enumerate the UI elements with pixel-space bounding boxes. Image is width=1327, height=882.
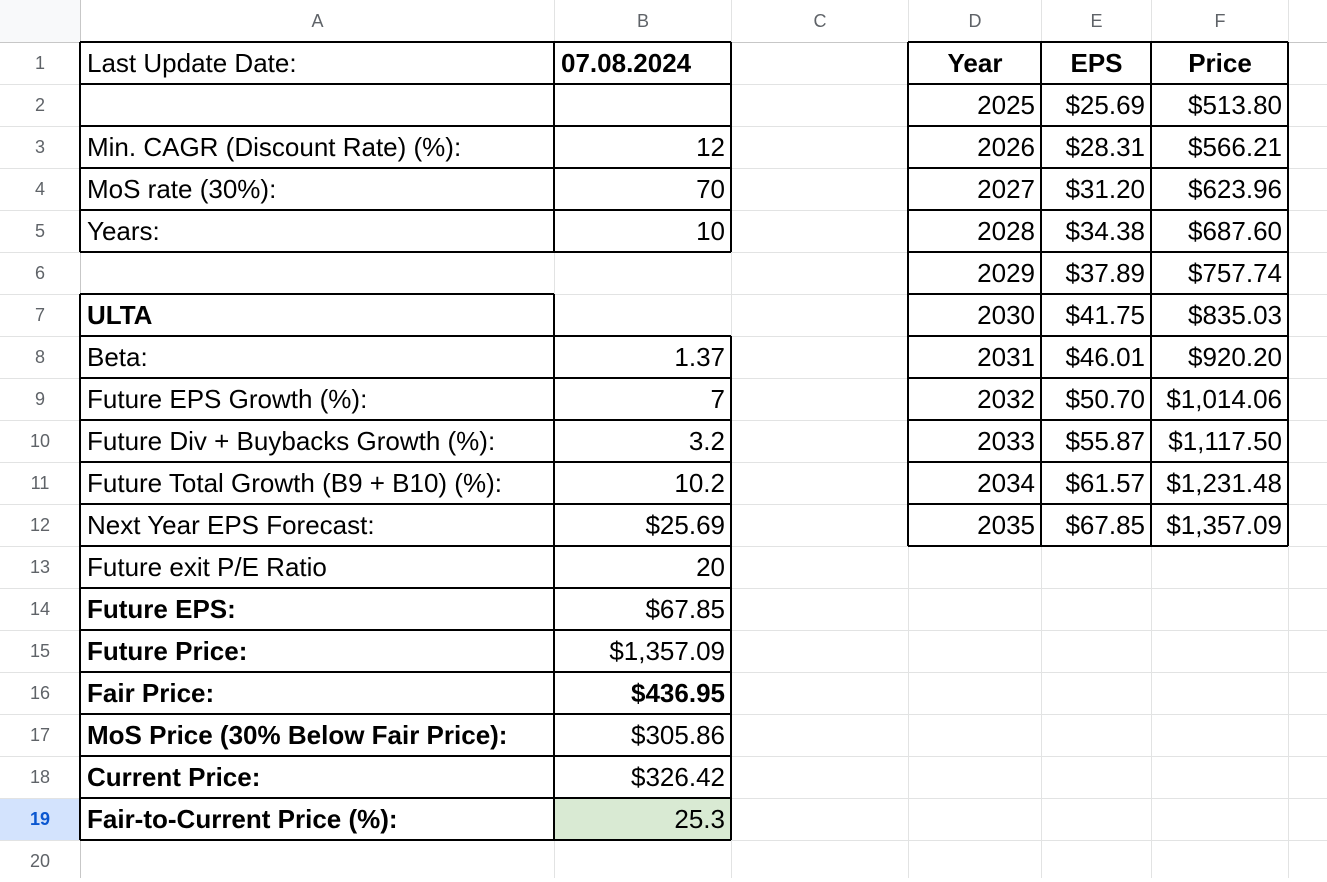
cell-a1[interactable]: Last Update Date: xyxy=(81,43,554,84)
cell-f1[interactable]: Price xyxy=(1152,43,1288,84)
cell-f8[interactable]: $920.20 xyxy=(1152,337,1288,378)
cell-b10[interactable]: 3.2 xyxy=(555,421,731,462)
cell-f6[interactable]: $757.74 xyxy=(1152,253,1288,294)
cell-b8[interactable]: 1.37 xyxy=(555,337,731,378)
cell-f11[interactable]: $1,231.48 xyxy=(1152,463,1288,504)
cell-f9[interactable]: $1,014.06 xyxy=(1152,379,1288,420)
cell-a19[interactable]: Fair-to-Current Price (%): xyxy=(81,799,554,840)
cell-d8[interactable]: 2031 xyxy=(909,337,1041,378)
row-header-17[interactable]: 17 xyxy=(0,715,80,756)
row-header-13[interactable]: 13 xyxy=(0,547,80,588)
cell-f10[interactable]: $1,117.50 xyxy=(1152,421,1288,462)
row-header-14[interactable]: 14 xyxy=(0,589,80,630)
row-header-19[interactable]: 19 xyxy=(0,799,80,840)
cell-f12[interactable]: $1,357.09 xyxy=(1152,505,1288,546)
row-header-18[interactable]: 18 xyxy=(0,757,80,798)
cell-f5[interactable]: $687.60 xyxy=(1152,211,1288,252)
cell-e7[interactable]: $41.75 xyxy=(1042,295,1151,336)
cell-d10[interactable]: 2033 xyxy=(909,421,1041,462)
column-header-e[interactable]: E xyxy=(1042,0,1151,42)
cell-a7[interactable]: ULTA xyxy=(81,295,554,336)
row-header-10[interactable]: 10 xyxy=(0,421,80,462)
cell-b4[interactable]: 70 xyxy=(555,169,731,210)
cell-a14[interactable]: Future EPS: xyxy=(81,589,554,630)
cell-a11[interactable]: Future Total Growth (B9 + B10) (%): xyxy=(81,463,554,504)
cell-b16[interactable]: $436.95 xyxy=(555,673,731,714)
row-header-1[interactable]: 1 xyxy=(0,43,80,84)
cell-f7[interactable]: $835.03 xyxy=(1152,295,1288,336)
cell-a16[interactable]: Fair Price: xyxy=(81,673,554,714)
cell-a13[interactable]: Future exit P/E Ratio xyxy=(81,547,554,588)
cell-a18[interactable]: Current Price: xyxy=(81,757,554,798)
cell-b14[interactable]: $67.85 xyxy=(555,589,731,630)
row-header-8[interactable]: 8 xyxy=(0,337,80,378)
cell-b11[interactable]: 10.2 xyxy=(555,463,731,504)
cell-a4[interactable]: MoS rate (30%): xyxy=(81,169,554,210)
cell-e9[interactable]: $50.70 xyxy=(1042,379,1151,420)
column-header-next[interactable] xyxy=(1289,0,1327,42)
cell-b3[interactable]: 12 xyxy=(555,127,731,168)
cell-b5[interactable]: 10 xyxy=(555,211,731,252)
cell-e6[interactable]: $37.89 xyxy=(1042,253,1151,294)
cell-d9[interactable]: 2032 xyxy=(909,379,1041,420)
row-header-12[interactable]: 12 xyxy=(0,505,80,546)
cell-e1[interactable]: EPS xyxy=(1042,43,1151,84)
cell-e8[interactable]: $46.01 xyxy=(1042,337,1151,378)
cell-e12[interactable]: $67.85 xyxy=(1042,505,1151,546)
column-header-f[interactable]: F xyxy=(1152,0,1288,42)
cell-d7[interactable]: 2030 xyxy=(909,295,1041,336)
cell-d1[interactable]: Year xyxy=(909,43,1041,84)
row-header-5[interactable]: 5 xyxy=(0,211,80,252)
cell-d12[interactable]: 2035 xyxy=(909,505,1041,546)
cell-d2[interactable]: 2025 xyxy=(909,85,1041,126)
spreadsheet-grid[interactable]: A B C D E F 1 2 3 4 5 6 7 8 9 10 11 12 13 14 15 16 17 18 19 20 Las… xyxy=(0,0,1327,882)
column-header-a[interactable]: A xyxy=(81,0,554,42)
cell-f2[interactable]: $513.80 xyxy=(1152,85,1288,126)
row-header-4[interactable]: 4 xyxy=(0,169,80,210)
cell-e3[interactable]: $28.31 xyxy=(1042,127,1151,168)
cell-a3[interactable]: Min. CAGR (Discount Rate) (%): xyxy=(81,127,554,168)
cell-a15[interactable]: Future Price: xyxy=(81,631,554,672)
cell-a12[interactable]: Next Year EPS Forecast: xyxy=(81,505,554,546)
cell-e5[interactable]: $34.38 xyxy=(1042,211,1151,252)
cell-b15[interactable]: $1,357.09 xyxy=(555,631,731,672)
cell-f3[interactable]: $566.21 xyxy=(1152,127,1288,168)
row-header-2[interactable]: 2 xyxy=(0,85,80,126)
cell-d11[interactable]: 2034 xyxy=(909,463,1041,504)
row-header-20[interactable]: 20 xyxy=(0,841,80,882)
cell-a5[interactable]: Years: xyxy=(81,211,554,252)
row-header-7[interactable]: 7 xyxy=(0,295,80,336)
row-header-16[interactable]: 16 xyxy=(0,673,80,714)
cell-e11[interactable]: $61.57 xyxy=(1042,463,1151,504)
cell-a10[interactable]: Future Div + Buybacks Growth (%): xyxy=(81,421,554,462)
column-header-b[interactable]: B xyxy=(555,0,731,42)
row-header-3[interactable]: 3 xyxy=(0,127,80,168)
select-all-corner[interactable] xyxy=(0,0,80,42)
cell-b9[interactable]: 7 xyxy=(555,379,731,420)
cell-b12[interactable]: $25.69 xyxy=(555,505,731,546)
cell-b13[interactable]: 20 xyxy=(555,547,731,588)
cell-d4[interactable]: 2027 xyxy=(909,169,1041,210)
cell-b17[interactable]: $305.86 xyxy=(555,715,731,756)
cell-e4[interactable]: $31.20 xyxy=(1042,169,1151,210)
cell-a9[interactable]: Future EPS Growth (%): xyxy=(81,379,554,420)
row-header-6[interactable]: 6 xyxy=(0,253,80,294)
cell-b18[interactable]: $326.42 xyxy=(555,757,731,798)
column-header-c[interactable]: C xyxy=(732,0,908,42)
row-header-11[interactable]: 11 xyxy=(0,463,80,504)
cell-e10[interactable]: $55.87 xyxy=(1042,421,1151,462)
row-header-9[interactable]: 9 xyxy=(0,379,80,420)
cell-b19[interactable]: 25.3 xyxy=(555,799,731,840)
cell-a8[interactable]: Beta: xyxy=(81,337,554,378)
cell-e2[interactable]: $25.69 xyxy=(1042,85,1151,126)
cell-d5[interactable]: 2028 xyxy=(909,211,1041,252)
cell-f4[interactable]: $623.96 xyxy=(1152,169,1288,210)
row-header-15[interactable]: 15 xyxy=(0,631,80,672)
cell-d3[interactable]: 2026 xyxy=(909,127,1041,168)
cell-b1[interactable]: 07.08.2024 xyxy=(555,43,731,84)
column-header-d[interactable]: D xyxy=(909,0,1041,42)
cell-a17[interactable]: MoS Price (30% Below Fair Price): xyxy=(81,715,554,756)
cell-d6[interactable]: 2029 xyxy=(909,253,1041,294)
